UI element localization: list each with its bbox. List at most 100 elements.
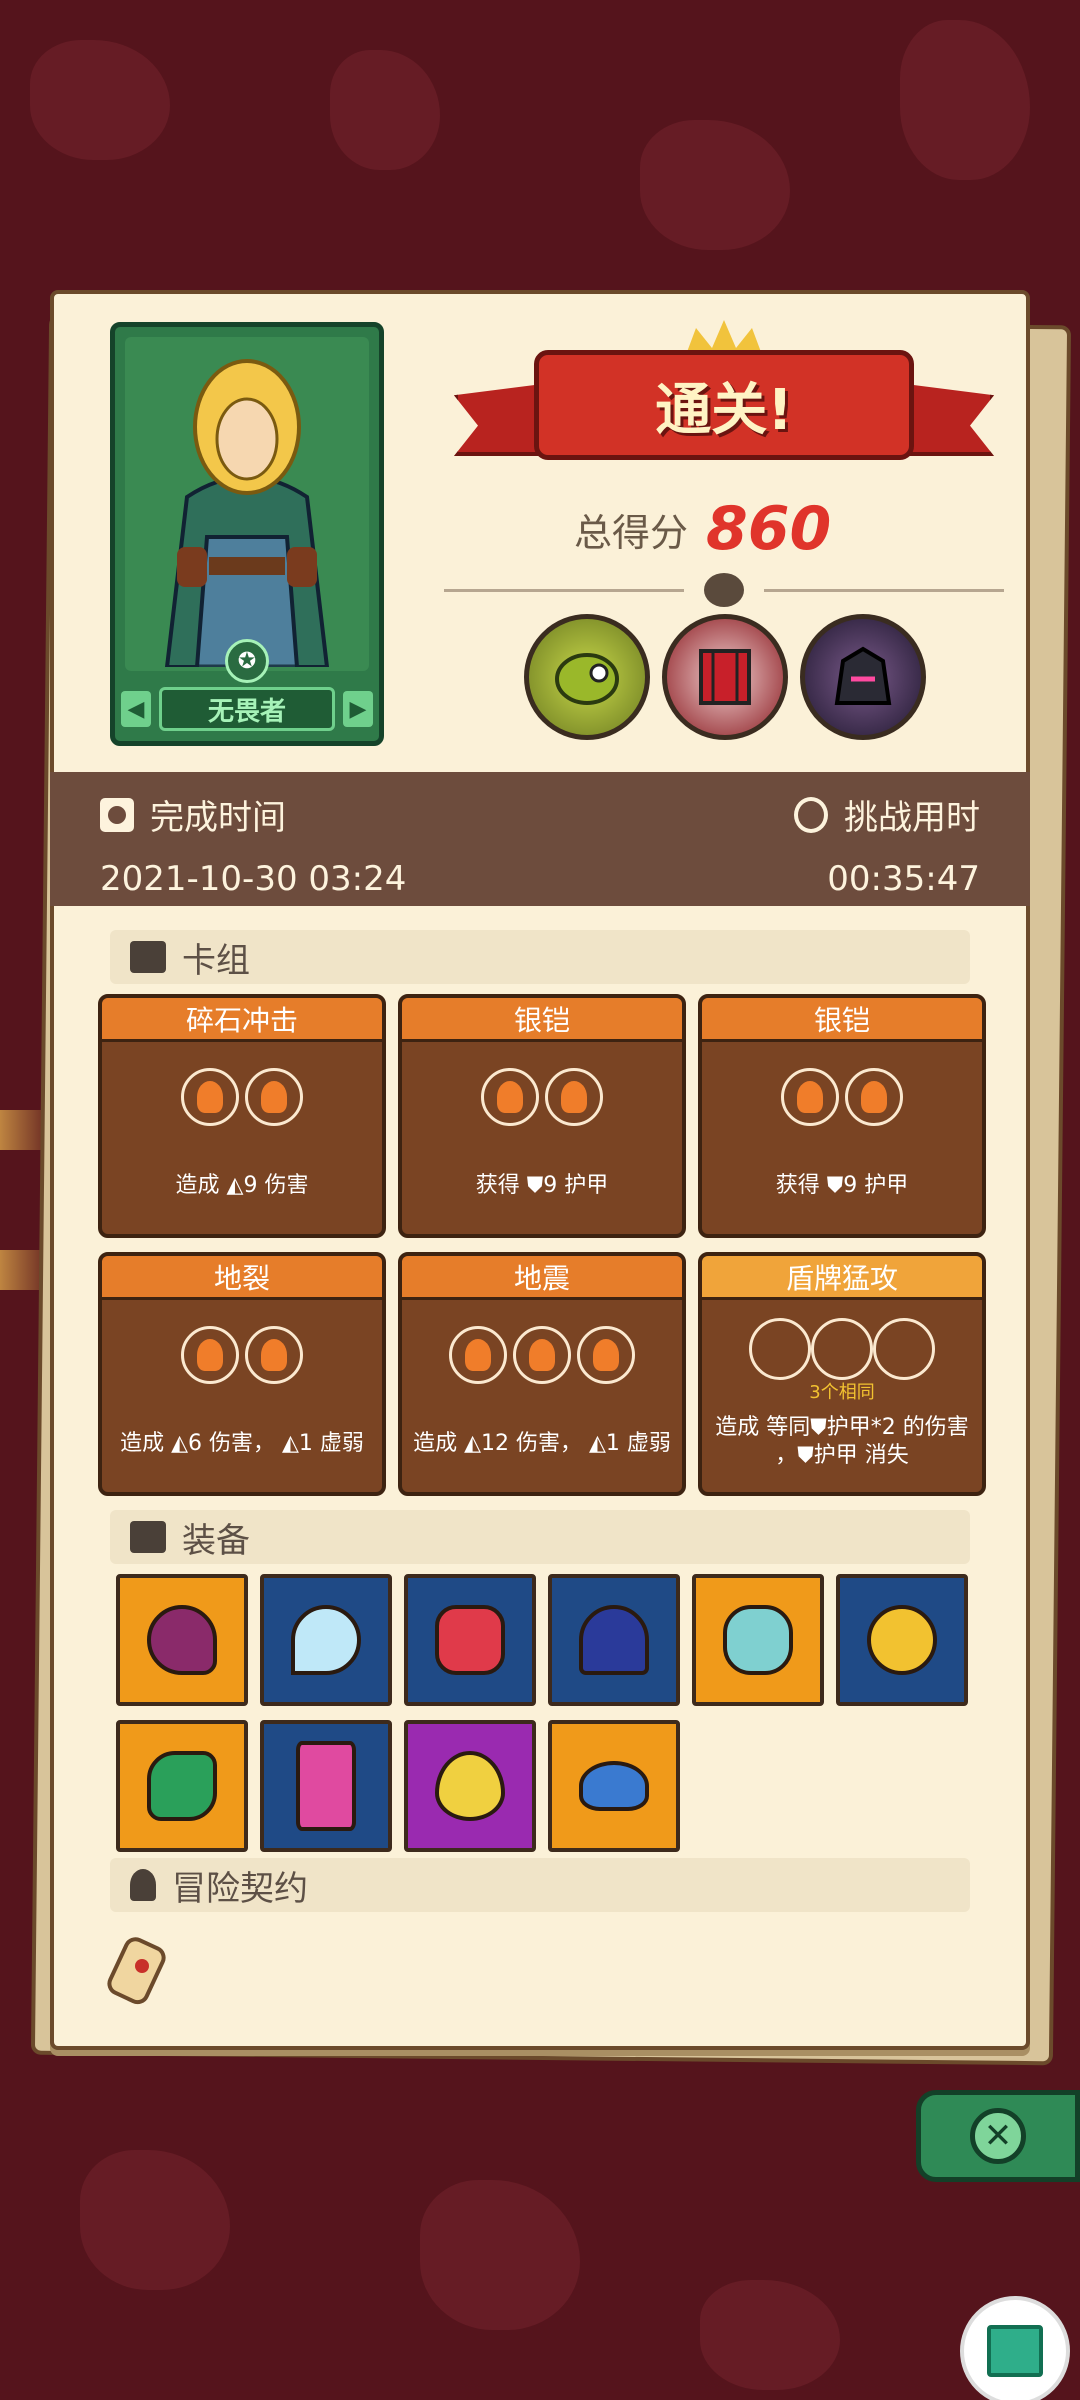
card-description: 造成 等同⛊护甲*2 的伤害 ，⛊护甲 消失 [715,1415,969,1468]
equipment-item[interactable] [404,1574,536,1706]
card[interactable]: 地震 造成 ◭12 伤害， ◭1 虚弱 [398,1252,686,1496]
close-button[interactable]: ✕ [916,2090,1080,2182]
hero-name: 无畏者 [159,687,335,731]
defeated-bosses [524,614,926,740]
totem-icon [296,1741,356,1831]
equipment-section-title: 装备 [182,1520,250,1561]
bg-shape [30,40,170,160]
equipment-grid [116,1574,968,1852]
contract-section-title: 冒险契约 [172,1868,308,1909]
bg-shape [420,2180,580,2330]
duration-label-group: 挑战用时 [794,790,980,839]
earth-energy-icon [513,1326,571,1384]
card-description: 获得 ⛊9 护甲 [475,1173,609,1198]
card[interactable]: 盾牌猛攻 3个相同 造成 等同⛊护甲*2 的伤害 ，⛊护甲 消失 [698,1252,986,1496]
equipment-item[interactable] [548,1574,680,1706]
card-description: 获得 ⛊9 护甲 [775,1173,909,1198]
gold-ring-icon [867,1605,937,1675]
equipment-section-header: 装备 [110,1510,970,1564]
score-label: 总得分 [574,510,689,555]
equipment-item[interactable] [692,1574,824,1706]
card-title: 盾牌猛攻 [702,1256,982,1300]
earth-energy-icon [481,1068,539,1126]
floating-assistant-button[interactable] [960,2296,1070,2400]
next-hero-arrow-icon[interactable]: ▶ [343,691,373,727]
divider-line [764,588,1004,592]
card-cost-note: 3个相同 [809,1382,875,1403]
class-badge-icon: ✪ [225,639,269,683]
card-description: 造成 ◭6 伤害， ◭1 虚弱 [120,1431,364,1456]
earth-energy-icon [181,1068,239,1126]
emerald-icon [147,1751,217,1821]
duration-value: 00:35:47 [827,859,980,899]
card-title: 银铠 [702,998,982,1042]
equipment-item[interactable] [116,1720,248,1852]
empty-slot-icon [749,1318,811,1380]
prev-hero-arrow-icon[interactable]: ◀ [121,691,151,727]
bg-shape [900,20,1030,180]
card-cost [102,1068,382,1126]
earth-energy-icon [845,1068,903,1126]
card-cost [402,1068,682,1126]
card-title: 碎石冲击 [102,998,382,1042]
earth-energy-icon [245,1326,303,1384]
info-labels-row: 完成时间 挑战用时 [100,790,980,839]
card-cost [702,1318,982,1380]
calendar-icon [100,797,134,832]
boss-lizard-icon[interactable] [524,614,650,740]
earth-energy-icon [545,1068,603,1126]
result-panel: ✪ ◀ 无畏者 ▶ 通关! 总得分 860 完成时间 挑战用时 2021-10-… [50,290,1030,2050]
duration-label: 挑战用时 [844,798,980,838]
card-description: 造成 ◭9 伤害 [175,1173,309,1198]
cloak-icon [579,1605,649,1675]
boss-cage-icon[interactable] [662,614,788,740]
boss-dark-knight-icon[interactable] [800,614,926,740]
contract-icon [130,1869,156,1901]
bg-shape [640,120,790,250]
skull-icon [704,573,744,607]
box-icon [130,1521,166,1553]
bg-shape [330,50,440,170]
equipment-item[interactable] [260,1574,392,1706]
divider-line [444,588,684,592]
score-row: 总得分 860 [574,494,831,564]
ruby-icon [435,1605,505,1675]
card[interactable]: 银铠 获得 ⛊9 护甲 [698,994,986,1238]
deck-section-title: 卡组 [182,940,250,981]
empty-slot-icon [873,1318,935,1380]
equipment-item[interactable] [116,1574,248,1706]
card-title: 地震 [402,1256,682,1300]
equipment-item[interactable] [260,1720,392,1852]
bg-shape [80,2150,230,2290]
card-cost [702,1068,982,1126]
deck-grid: 碎石冲击 造成 ◭9 伤害 银铠 获得 ⛊9 护甲 银铠 获得 ⛊9 护甲 地裂… [98,994,986,1496]
card-description: 造成 ◭12 伤害， ◭1 虚弱 [413,1431,671,1456]
finish-time-value: 2021-10-30 03:24 [100,859,407,899]
hero-image [164,359,330,667]
earth-energy-icon [245,1068,303,1126]
scroll-icon[interactable] [102,1932,172,2012]
equipment-item[interactable] [548,1720,680,1852]
card-title: 银铠 [402,998,682,1042]
deck-section-header: 卡组 [110,930,970,984]
card-cost [102,1326,382,1384]
card[interactable]: 银铠 获得 ⛊9 护甲 [398,994,686,1238]
card[interactable]: 碎石冲击 造成 ◭9 伤害 [98,994,386,1238]
victory-banner: 通关! [454,320,994,490]
diamond-icon [291,1605,361,1675]
card[interactable]: 地裂 造成 ◭6 伤害， ◭1 虚弱 [98,1252,386,1496]
empty-slot-icon [811,1318,873,1380]
info-values-row: 2021-10-30 03:24 00:35:47 [100,839,980,899]
bg-shape [700,2280,840,2390]
cube-icon [987,2325,1043,2377]
score-value: 860 [706,494,832,564]
time-info-bar: 完成时间 挑战用时 2021-10-30 03:24 00:35:47 [50,772,1030,906]
slime-icon [579,1761,649,1811]
hero-portrait[interactable]: ✪ ◀ 无畏者 ▶ [110,322,384,746]
equipment-item[interactable] [404,1720,536,1852]
card-title: 地裂 [102,1256,382,1300]
finish-time-label: 完成时间 [150,798,286,838]
cursed-heart-icon [147,1605,217,1675]
earth-energy-icon [781,1068,839,1126]
equipment-item[interactable] [836,1574,968,1706]
